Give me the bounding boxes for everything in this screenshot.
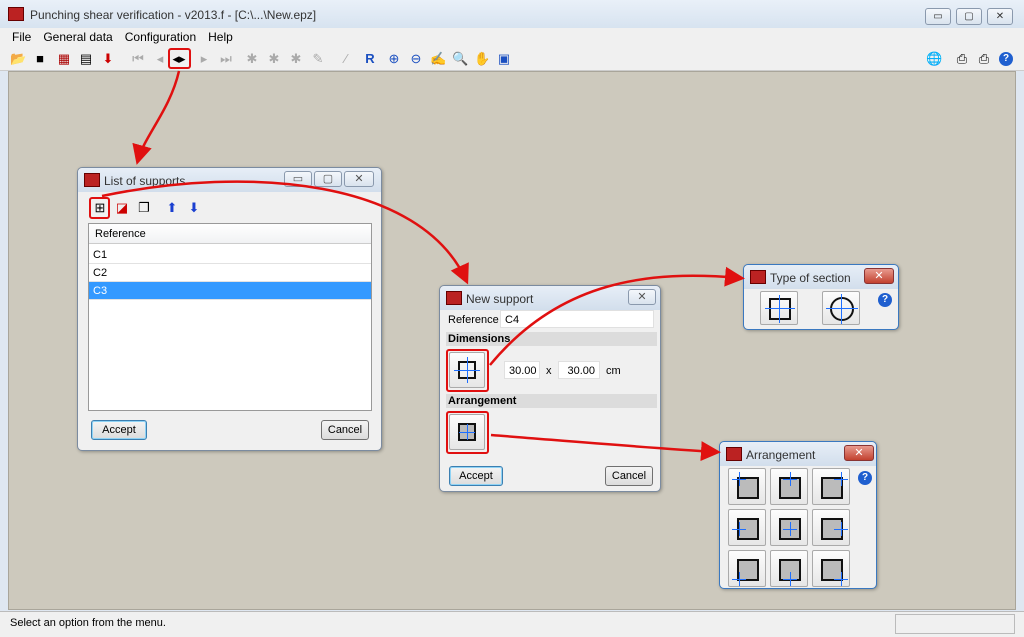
arrow xyxy=(101,180,469,285)
arrow xyxy=(489,266,745,366)
arrow xyxy=(490,433,721,462)
arrow xyxy=(132,70,181,165)
annotation-arrows xyxy=(101,70,745,462)
